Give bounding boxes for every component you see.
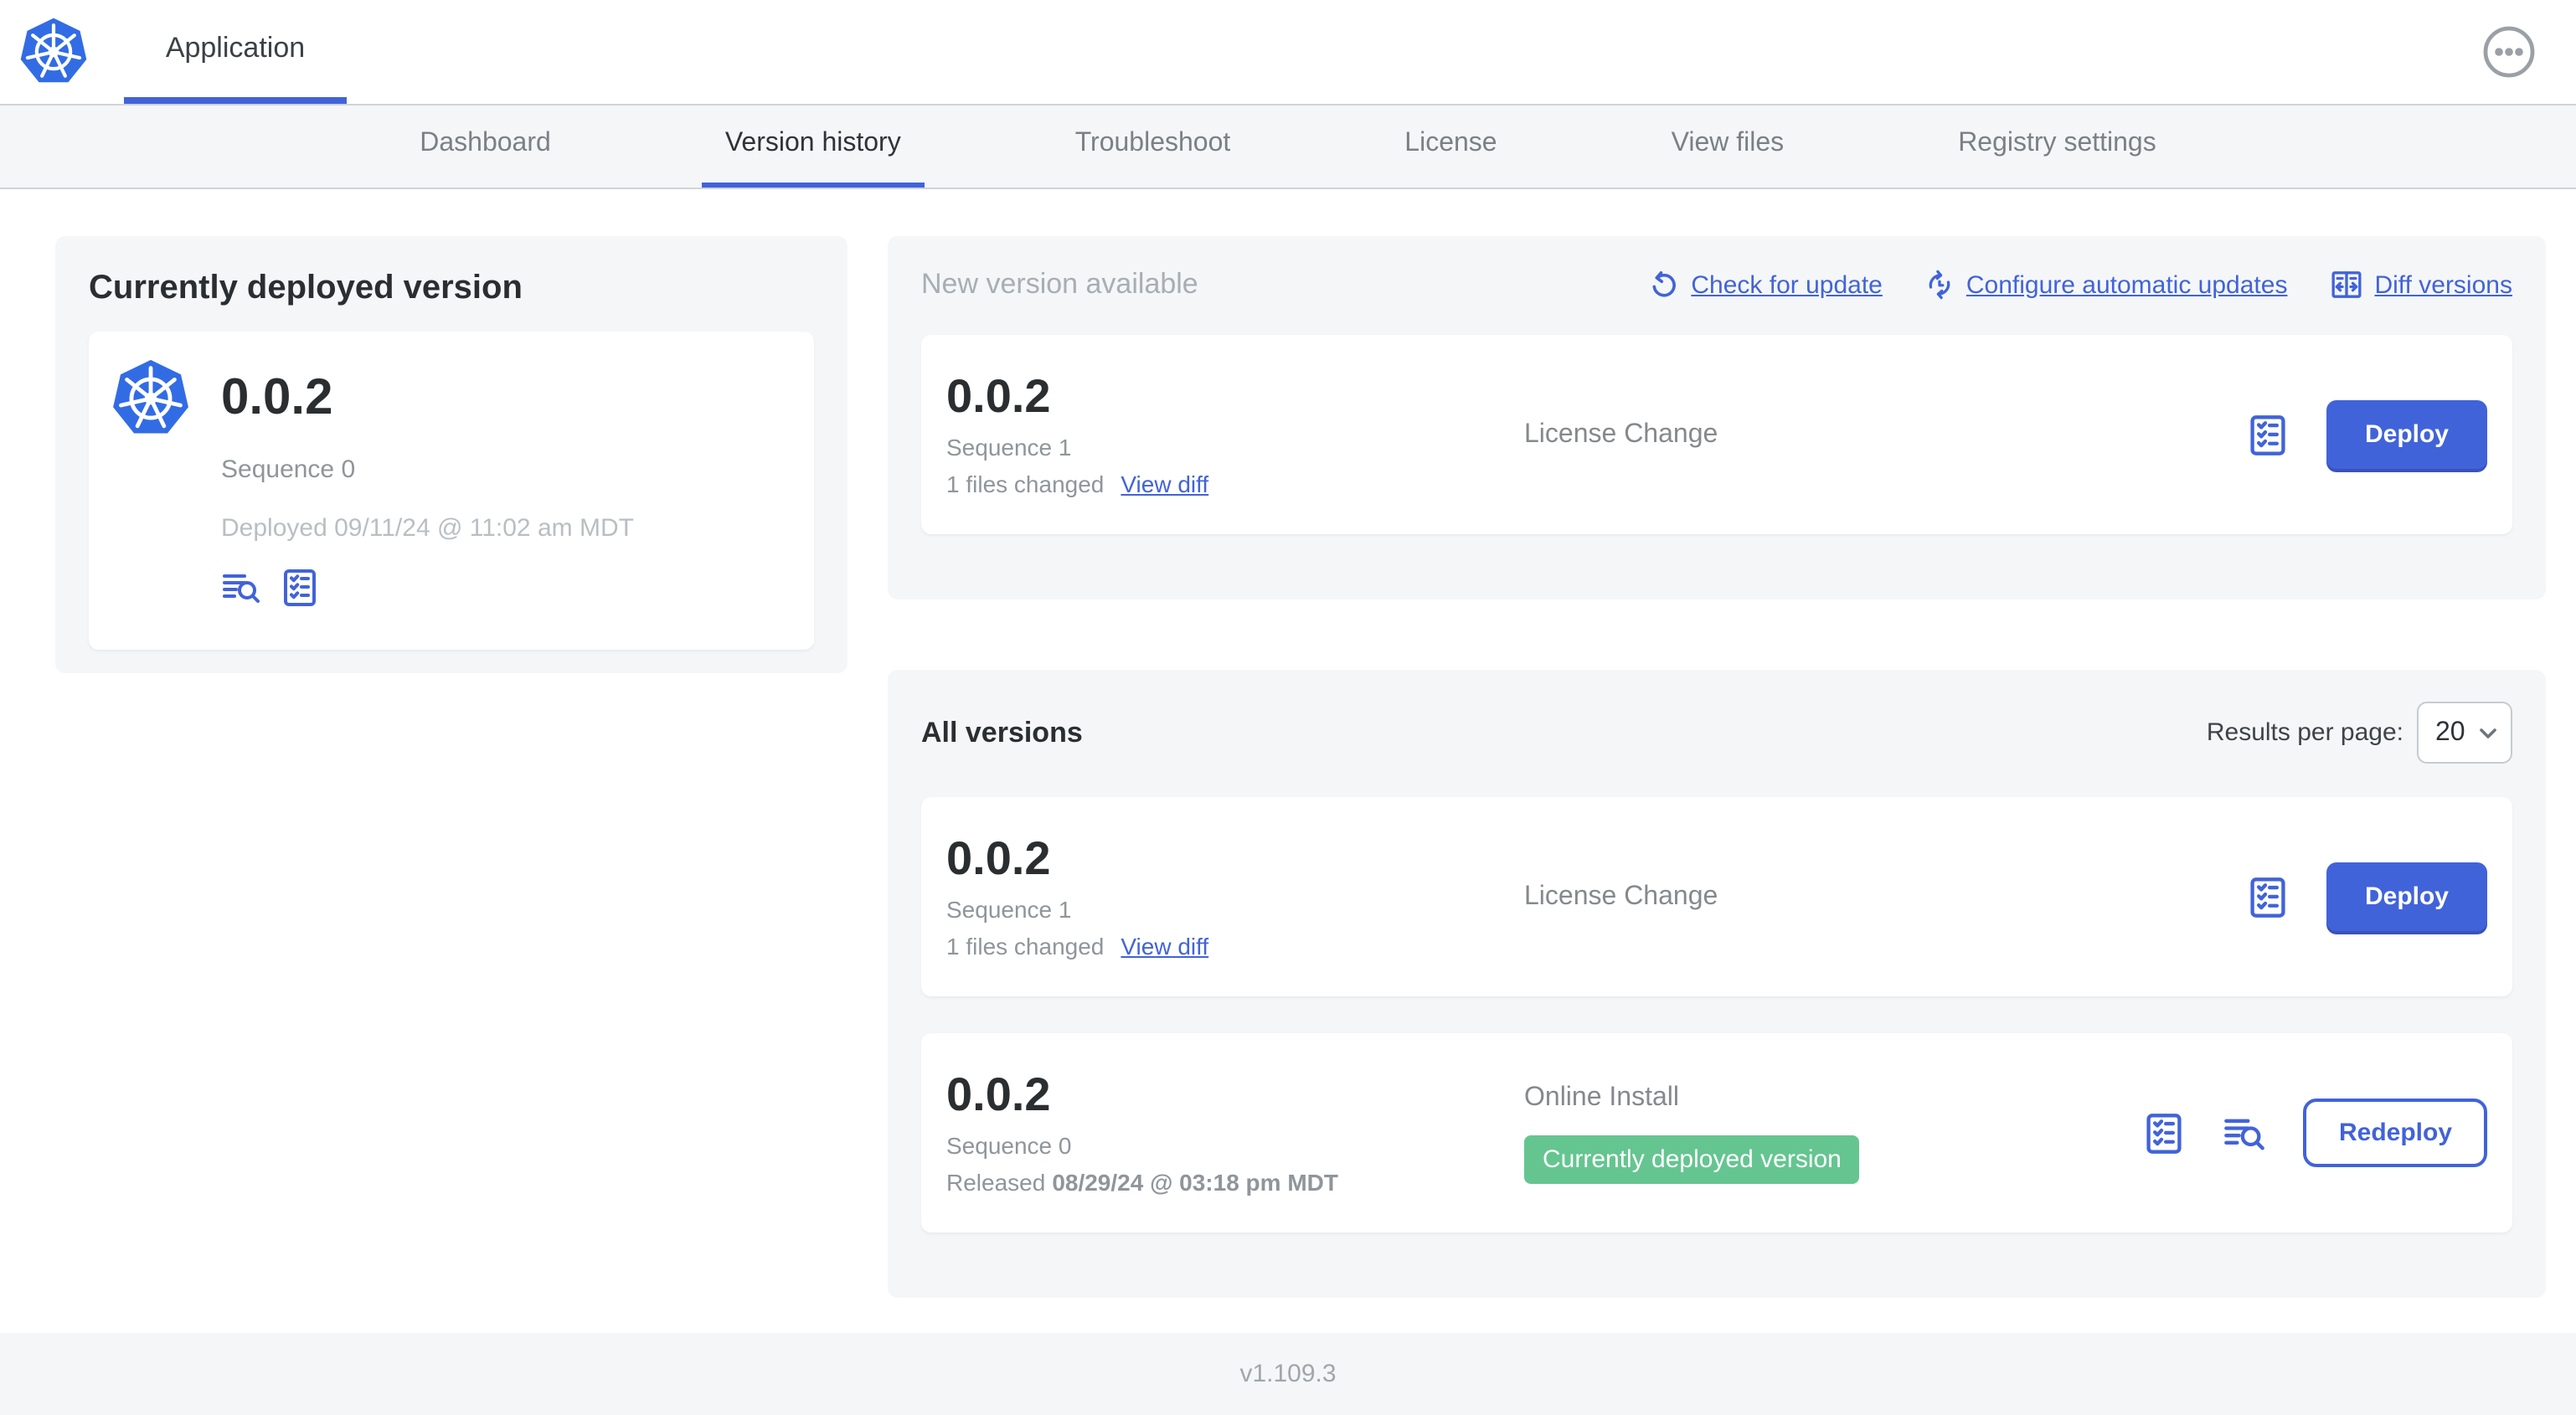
new-version-panel: New version available Check for update C…: [888, 236, 2546, 599]
files-changed-text: 1 files changed: [946, 470, 1105, 497]
currently-deployed-card: 0.0.2 Sequence 0 Deployed 09/11/24 @ 11:…: [89, 332, 814, 650]
subnav: Dashboard Version history Troubleshoot L…: [0, 104, 2576, 189]
console-version: v1.109.3: [1239, 1360, 1337, 1388]
new-version-row: 0.0.2 Sequence 1 1 files changed View di…: [921, 335, 2512, 534]
new-version-title: New version available: [921, 268, 1198, 300]
kubernetes-app-icon: [111, 358, 191, 439]
all-versions-title: All versions: [921, 716, 1083, 748]
kubernetes-logo-icon: [18, 17, 89, 87]
preflight-checks-icon[interactable]: [2246, 875, 2290, 918]
all-versions-panel: All versions Results per page: 20 0.0.2 …: [888, 670, 2546, 1298]
version-number: 0.0.2: [946, 1068, 1051, 1121]
tab-troubleshoot[interactable]: Troubleshoot: [1052, 105, 1255, 188]
released-timestamp: Released 08/29/24 @ 03:18 pm MDT: [946, 1168, 1338, 1196]
configure-automatic-updates-link[interactable]: Configure automatic updates: [1924, 270, 2287, 300]
redeploy-button[interactable]: Redeploy: [2303, 1099, 2487, 1167]
deployed-timestamp: Deployed 09/11/24 @ 11:02 am MDT: [221, 514, 634, 543]
app-tab-application[interactable]: Application: [124, 0, 347, 104]
currently-deployed-panel: Currently deployed version 0.0.2 Sequenc…: [55, 236, 848, 673]
view-diff-link[interactable]: View diff: [1121, 471, 1208, 497]
results-per-page-label: Results per page:: [2206, 718, 2403, 747]
view-diff-link[interactable]: View diff: [1121, 933, 1208, 960]
version-sequence: Sequence 1: [946, 433, 1072, 461]
version-row-sequence-1: 0.0.2 Sequence 1 1 files changed View di…: [921, 797, 2512, 996]
logs-icon[interactable]: [2223, 1111, 2267, 1155]
version-number: 0.0.2: [946, 370, 1051, 423]
schedule-update-icon: [1924, 270, 1955, 300]
main-content: Currently deployed version 0.0.2 Sequenc…: [0, 191, 2576, 1333]
tab-view-files[interactable]: View files: [1648, 105, 1808, 188]
preflight-checks-icon[interactable]: [2143, 1111, 2187, 1155]
check-for-update-link[interactable]: Check for update: [1649, 270, 1883, 300]
version-source-label: Online Install: [1524, 1083, 1679, 1111]
version-number: 0.0.2: [946, 832, 1051, 885]
currently-deployed-title: Currently deployed version: [89, 270, 523, 306]
deploy-button[interactable]: Deploy: [2326, 862, 2487, 931]
tab-dashboard[interactable]: Dashboard: [396, 105, 574, 188]
preflight-checks-icon[interactable]: [2246, 413, 2290, 456]
preflight-checks-icon[interactable]: [280, 568, 320, 608]
version-row-sequence-0: 0.0.2 Sequence 0 Released 08/29/24 @ 03:1…: [921, 1033, 2512, 1232]
diff-icon: [2329, 268, 2362, 301]
tab-license[interactable]: License: [1381, 105, 1520, 188]
version-source-label: License Change: [1524, 882, 1718, 910]
deployed-sequence: Sequence 0: [221, 455, 356, 484]
version-sequence: Sequence 1: [946, 895, 1072, 923]
files-changed-text: 1 files changed: [946, 932, 1105, 960]
app-footer: v1.109.3: [0, 1333, 2576, 1415]
refresh-icon: [1649, 270, 1679, 300]
more-menu-icon[interactable]: [2482, 25, 2536, 79]
diff-versions-link[interactable]: Diff versions: [2329, 268, 2512, 301]
results-per-page-select[interactable]: 20: [2417, 702, 2512, 764]
deploy-button[interactable]: Deploy: [2326, 400, 2487, 469]
deployed-version-number: 0.0.2: [221, 370, 333, 425]
tab-version-history[interactable]: Version history: [701, 105, 925, 188]
right-column: New version available Check for update C…: [888, 236, 2546, 1298]
logs-icon[interactable]: [221, 568, 261, 608]
tab-registry-settings[interactable]: Registry settings: [1935, 105, 2180, 188]
chevron-down-icon: [2479, 726, 2497, 739]
version-sequence: Sequence 0: [946, 1131, 1072, 1159]
page: Application Dashboard Version history Tr…: [0, 0, 2576, 1415]
currently-deployed-badge: Currently deployed version: [1524, 1135, 1860, 1183]
version-source-label: License Change: [1524, 419, 1718, 448]
app-header: Application: [0, 0, 2576, 104]
